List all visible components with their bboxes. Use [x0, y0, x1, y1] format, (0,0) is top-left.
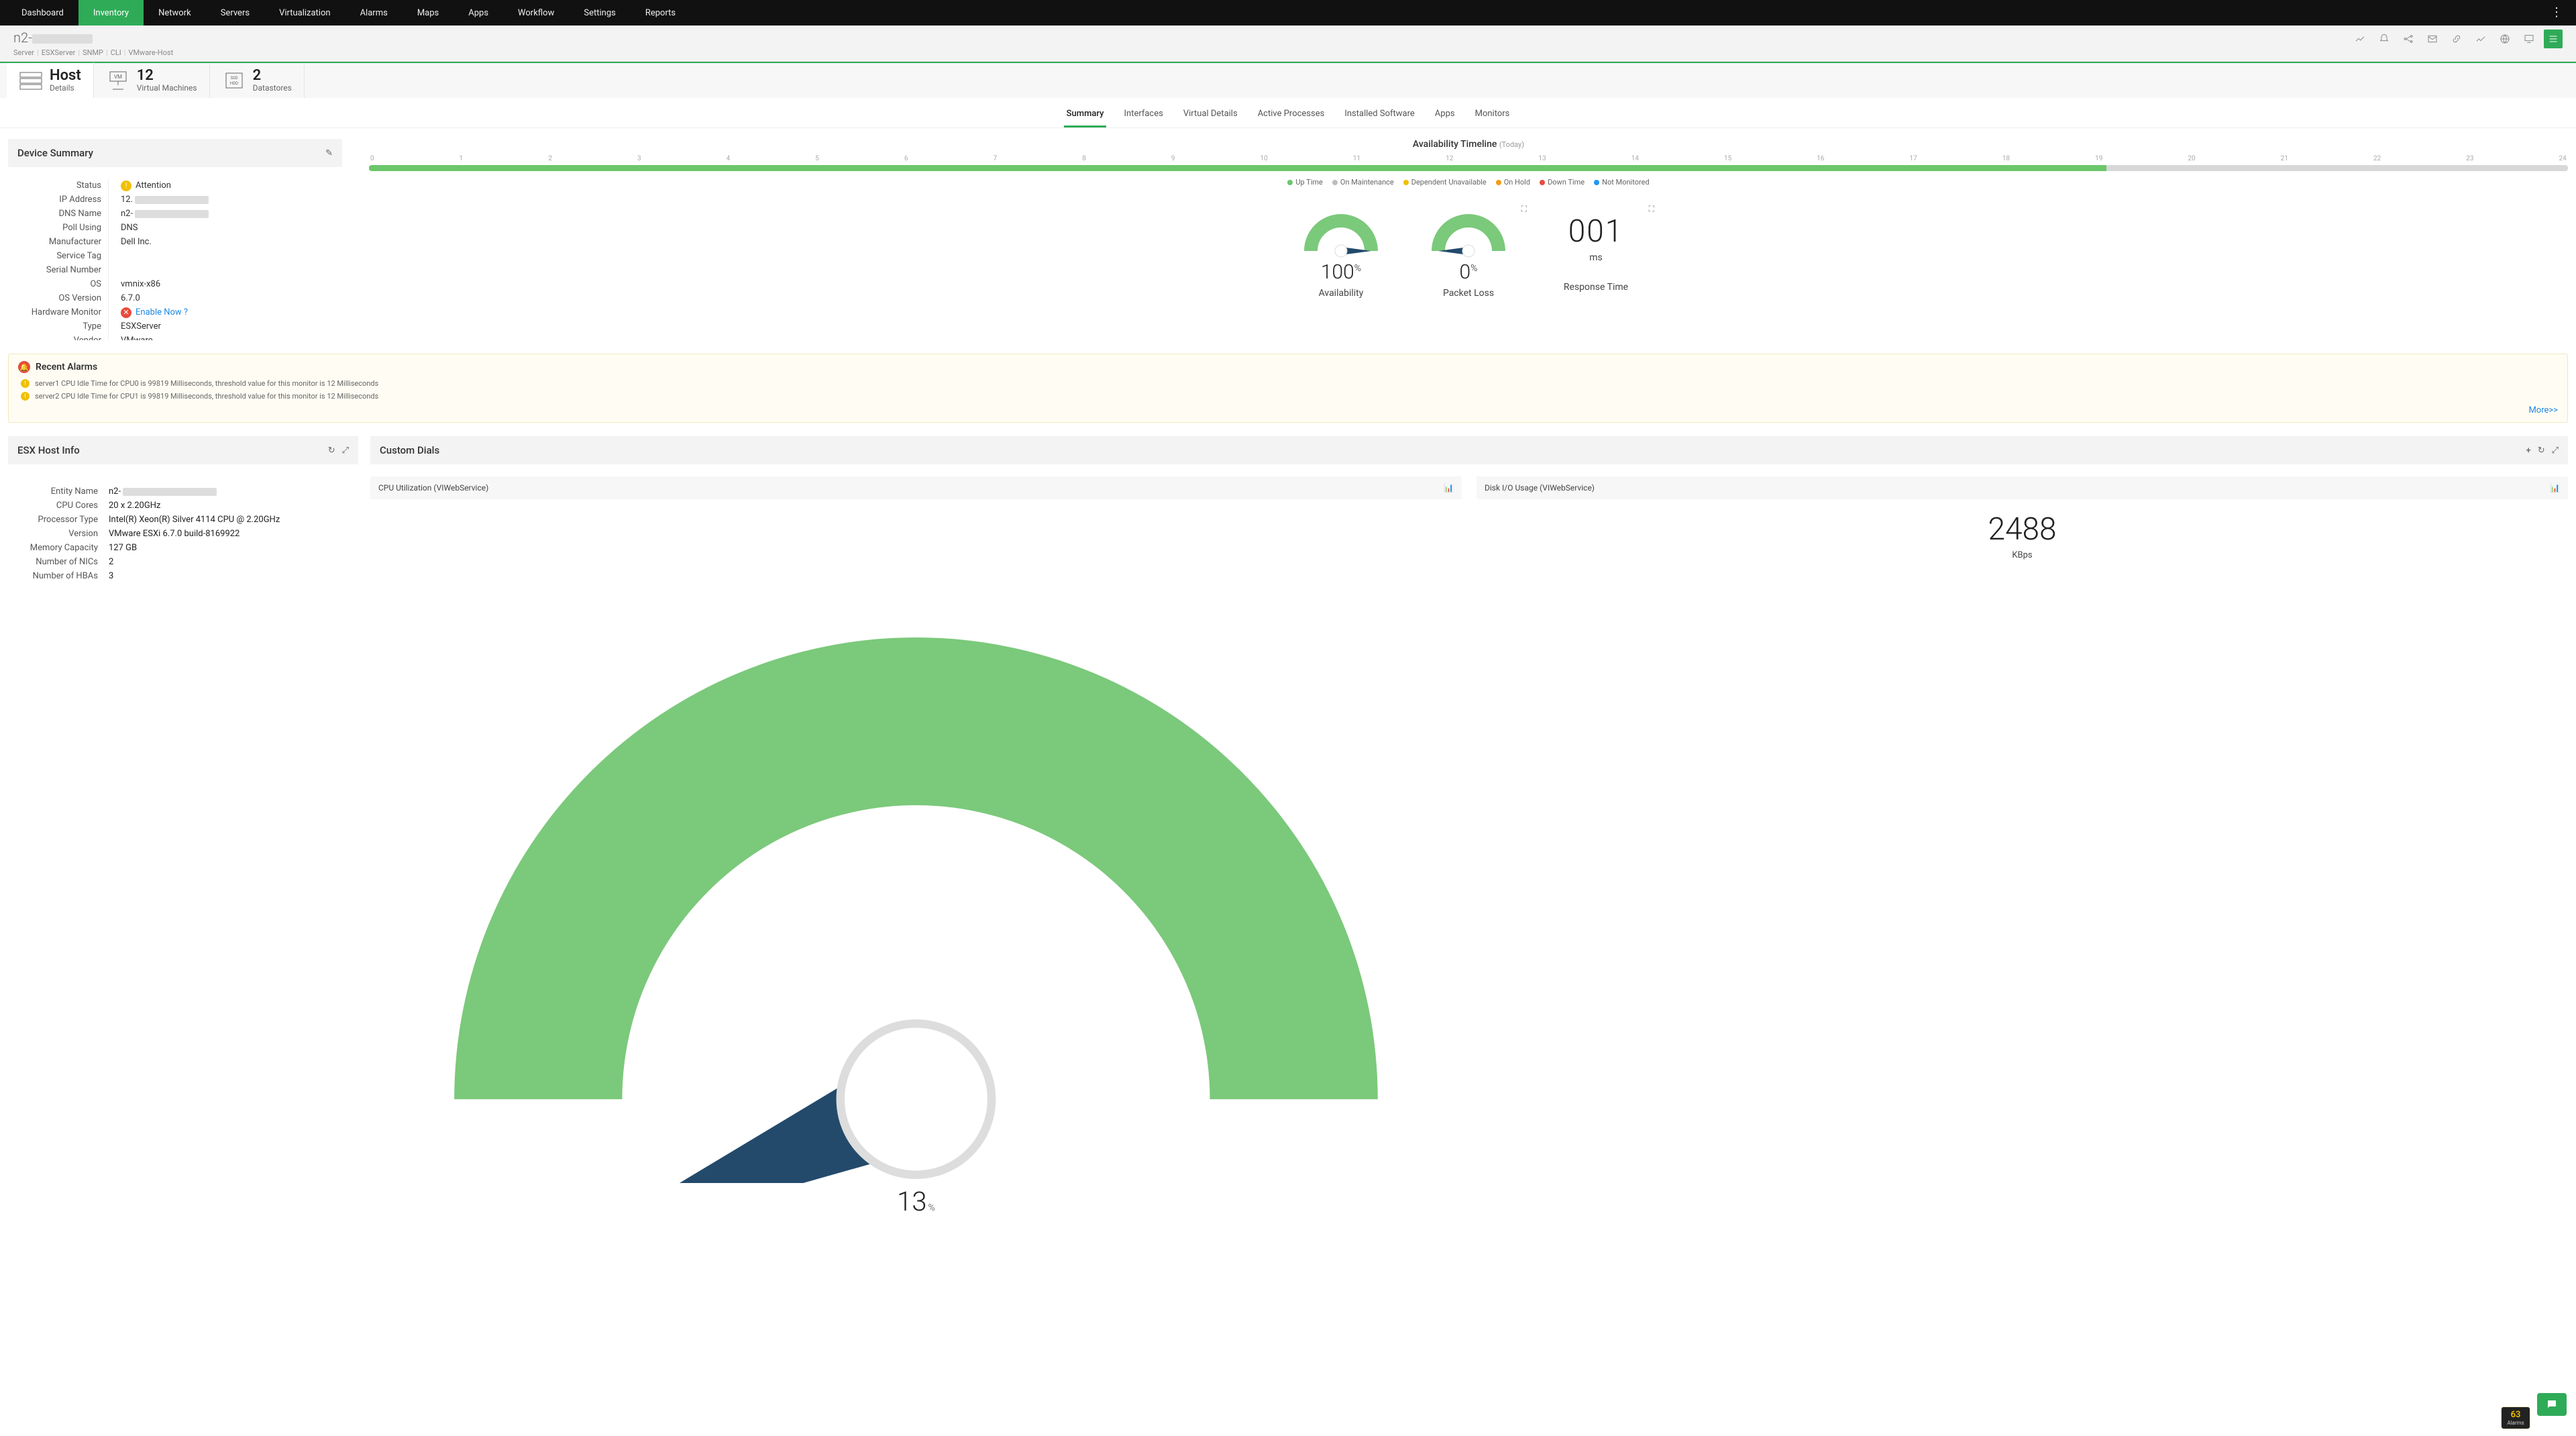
legend-item: On Maintenance — [1332, 178, 1394, 187]
legend-item: Down Time — [1540, 178, 1585, 187]
subtab-virtual-details[interactable]: Virtual Details — [1181, 105, 1240, 127]
expand-icon[interactable]: ⤢ — [2552, 446, 2559, 456]
chat-fab[interactable] — [2537, 1393, 2567, 1416]
alarm-row[interactable]: !server2 CPU Idle Time for CPU1 is 99819… — [18, 390, 2558, 403]
mail-icon[interactable] — [2423, 30, 2442, 48]
host-tabs: HostDetailsVM12Virtual MachinesSSDHDD2Da… — [0, 62, 2576, 98]
floating-action-bar: 63 Alarms — [2501, 1393, 2567, 1429]
legend-item: Up Time — [1287, 178, 1323, 187]
subtab-interfaces[interactable]: Interfaces — [1121, 105, 1165, 127]
nav-workflow[interactable]: Workflow — [503, 0, 569, 25]
device-title: n2- — [13, 30, 173, 46]
add-dial-icon[interactable]: + — [2526, 446, 2530, 456]
alarms-more-link[interactable]: More>> — [2528, 405, 2558, 415]
nav-apps[interactable]: Apps — [453, 0, 503, 25]
subtab-summary[interactable]: Summary — [1064, 105, 1107, 127]
globe-icon[interactable] — [2496, 30, 2514, 48]
trend-icon[interactable] — [2471, 30, 2490, 48]
dial-chart-icon[interactable]: 📊 — [2550, 483, 2560, 493]
custom-dials-header: Custom Dials + ↻ ⤢ — [370, 436, 2568, 464]
menu-icon[interactable] — [2544, 30, 2563, 48]
bell-icon[interactable] — [2375, 30, 2394, 48]
top-nav: DashboardInventoryNetworkServersVirtuali… — [0, 0, 2576, 25]
availability-title: Availability Timeline (Today) — [369, 139, 2568, 150]
link-icon[interactable] — [2447, 30, 2466, 48]
edit-icon[interactable]: ✎ — [325, 148, 333, 158]
device-summary-header: Device Summary ✎ — [8, 139, 342, 167]
nav-settings[interactable]: Settings — [569, 0, 630, 25]
dial-settings-icon[interactable]: ⛶ — [1649, 204, 1654, 214]
host-tab-details[interactable]: HostDetails — [7, 62, 94, 98]
subtab-active-processes[interactable]: Active Processes — [1255, 105, 1328, 127]
nav-virtualization[interactable]: Virtualization — [264, 0, 345, 25]
nav-dashboard[interactable]: Dashboard — [7, 0, 78, 25]
host-tab-virtual-machines[interactable]: VM12Virtual Machines — [94, 63, 210, 98]
dial-card: Disk I/O Usage (VIWebService)📊2488KBps — [1477, 476, 2568, 1224]
esx-properties: Entity Namen2- CPU Cores20 x 2.20GHzProc… — [8, 484, 358, 583]
vm-icon: VM — [106, 70, 130, 91]
nav-maps[interactable]: Maps — [402, 0, 453, 25]
subtab-installed-software[interactable]: Installed Software — [1342, 105, 1417, 127]
device-header: n2- Server|ESXServer|SNMP|CLI|VMware-Hos… — [0, 25, 2576, 62]
detail-subtabs: Summary Interfaces Virtual Details Active P… — [0, 98, 2576, 128]
availability-timeline-bar — [369, 165, 2568, 171]
server-icon — [19, 70, 43, 91]
alarm-row[interactable]: !server1 CPU Idle Time for CPU0 is 99819… — [18, 377, 2558, 390]
nav-servers[interactable]: Servers — [206, 0, 264, 25]
monitor-icon[interactable] — [2520, 30, 2538, 48]
svg-text:VM: VM — [114, 74, 122, 80]
chart-icon[interactable] — [2351, 30, 2369, 48]
svg-text:HDD: HDD — [230, 81, 238, 86]
legend-item: Not Monitored — [1594, 178, 1650, 187]
response-time-value: ⛶ 001 ms Response Time — [1546, 204, 1646, 299]
breadcrumb: Server|ESXServer|SNMP|CLI|VMware-Host — [13, 48, 173, 57]
nav-reports[interactable]: Reports — [631, 0, 690, 25]
expand-icon[interactable]: ⤢ — [342, 446, 349, 456]
legend-item: On Hold — [1496, 178, 1530, 187]
breadcrumb-item[interactable]: Server — [13, 48, 34, 57]
legend-item: Dependent Unavailable — [1403, 178, 1487, 187]
svg-text:SSD: SSD — [230, 76, 237, 81]
dial-chart-icon[interactable]: 📊 — [1444, 483, 1454, 493]
more-menu-icon[interactable]: ⋮ — [2544, 7, 2569, 19]
nav-alarms[interactable]: Alarms — [345, 0, 402, 25]
bell-icon: 🔔 — [18, 361, 30, 373]
breadcrumb-item[interactable]: ESXServer — [42, 48, 76, 57]
subtab-monitors[interactable]: Monitors — [1472, 105, 1513, 127]
refresh-icon[interactable]: ↻ — [328, 446, 335, 456]
breadcrumb-item[interactable]: CLI — [111, 48, 121, 57]
disk-icon: SSDHDD — [222, 70, 246, 91]
dial-card: CPU Utilization (VIWebService)📊13% — [370, 476, 1462, 1224]
packet-loss-gauge: ⛶ 0% Packet Loss — [1418, 204, 1519, 299]
dial-settings-icon[interactable]: ⛶ — [1521, 204, 1527, 214]
breadcrumb-item[interactable]: SNMP — [83, 48, 103, 57]
recent-alarms-panel: 🔔Recent Alarms !server1 CPU Idle Time fo… — [8, 354, 2568, 423]
esx-host-info-header: ESX Host Info ↻ ⤢ — [8, 436, 358, 464]
nodes-icon[interactable] — [2399, 30, 2418, 48]
subtab-apps[interactable]: Apps — [1432, 105, 1458, 127]
availability-legend: Up Time On Maintenance Dependent Unavailab… — [369, 178, 2568, 187]
timeline-hours: 0123456789101112131415161718192021222324 — [369, 150, 2568, 165]
device-properties: StatusIP AddressDNS NamePoll UsingManufa… — [8, 179, 342, 340]
refresh-icon[interactable]: ↻ — [2538, 446, 2545, 456]
host-tab-datastores[interactable]: SSDHDD2Datastores — [210, 63, 305, 98]
nav-inventory[interactable]: Inventory — [78, 0, 144, 25]
availability-gauge: 100% Availability — [1291, 204, 1391, 299]
breadcrumb-item[interactable]: VMware-Host — [128, 48, 173, 57]
header-toolbar — [2351, 30, 2563, 48]
alarms-counter-fab[interactable]: 63 Alarms — [2501, 1406, 2530, 1429]
nav-network[interactable]: Network — [144, 0, 206, 25]
